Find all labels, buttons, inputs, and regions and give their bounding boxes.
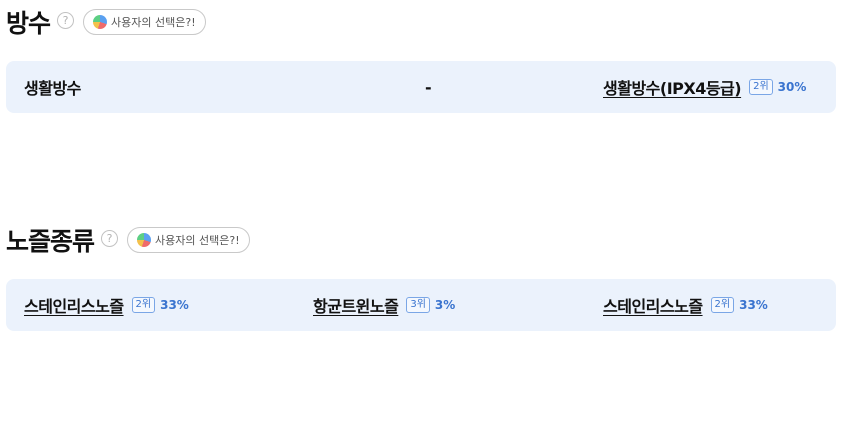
help-icon[interactable]: ? (57, 11, 75, 29)
user-choice-label: 사용자의 선택은?! (111, 16, 196, 29)
option-cell[interactable]: 스테인리스노즐 2위 33% (24, 279, 189, 331)
pie-chart-icon (93, 15, 108, 29)
option-label: - (425, 77, 432, 97)
option-link[interactable]: 스테인리스노즐 (603, 293, 703, 317)
option-cell[interactable]: 항균트윈노즐 3위 3% (313, 279, 455, 331)
rank-badge: 3위 (406, 297, 430, 313)
choice-percent: 3% (434, 298, 456, 312)
section-header: 노즐종류 ? 사용자의 선택은?! (6, 218, 836, 262)
option-link[interactable]: 생활방수(IPX4등급) (603, 75, 742, 99)
rank-badge: 2위 (131, 297, 156, 313)
pie-chart-icon (137, 233, 152, 247)
section-header: 방수 ? 사용자의 선택은?! (6, 0, 836, 44)
option-row: 스테인리스노즐 2위 33% 항균트윈노즐 3위 3% 스테인리스노즐 2위 3… (6, 279, 836, 331)
section-title: 노즐종류 (6, 227, 95, 256)
spec-section-nozzle-type: 노즐종류 ? 사용자의 선택은?! 스테인리스노즐 2위 33% 항균트윈노즐 … (6, 218, 836, 331)
option-label: 생활방수 (24, 79, 81, 98)
choice-percent: 30% (777, 80, 807, 94)
help-icon[interactable]: ? (101, 229, 119, 247)
option-cell[interactable]: 생활방수(IPX4등급) 2위 30% (603, 61, 806, 113)
user-choice-label: 사용자의 선택은?! (155, 234, 240, 247)
option-row: 생활방수 - 생활방수(IPX4등급) 2위 30% (6, 61, 836, 113)
rank-badge: 2위 (749, 79, 773, 95)
choice-percent: 33% (739, 298, 768, 312)
option-cell[interactable]: 스테인리스노즐 2위 33% (603, 279, 768, 331)
user-choice-button[interactable]: 사용자의 선택은?! (83, 9, 206, 35)
rank-badge: 2위 (710, 297, 735, 313)
option-link[interactable]: 스테인리스노즐 (24, 293, 124, 317)
option-cell: 생활방수 (24, 61, 81, 113)
option-link[interactable]: 항균트윈노즐 (313, 293, 399, 317)
choice-percent: 33% (160, 298, 189, 312)
spec-section-waterproof: 방수 ? 사용자의 선택은?! 생활방수 - 생활방수(IPX4등급) 2위 3… (6, 0, 836, 113)
user-choice-button[interactable]: 사용자의 선택은?! (127, 227, 250, 253)
option-cell: - (425, 61, 432, 113)
section-title: 방수 (6, 9, 51, 38)
